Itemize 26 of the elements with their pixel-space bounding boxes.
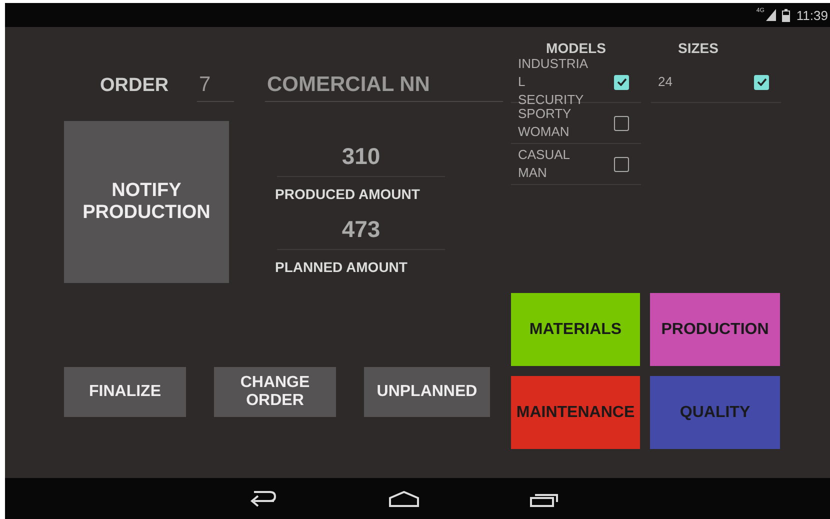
checkbox[interactable] — [614, 74, 629, 90]
battery-icon — [782, 8, 790, 22]
module-button[interactable]: MATERIALS — [511, 293, 640, 366]
checkbox[interactable] — [754, 74, 769, 90]
clock-time: 11:39 — [796, 8, 828, 22]
module-button[interactable]: PRODUCTION — [650, 293, 780, 366]
checkbox[interactable] — [614, 116, 629, 130]
amount-field[interactable]: 473 — [277, 202, 445, 250]
signal-icon — [766, 9, 776, 21]
order-number-field[interactable]: 7 — [197, 73, 234, 102]
notify-production-button[interactable]: NOTIFY PRODUCTION — [64, 121, 229, 283]
customer-field[interactable]: COMERCIAL NN — [265, 73, 503, 102]
action-button[interactable]: FINALIZE — [64, 367, 186, 417]
home-icon[interactable] — [388, 490, 420, 506]
list-item-label: CASUAL MAN — [518, 146, 571, 182]
back-icon[interactable] — [248, 490, 278, 508]
column-header: SIZES — [677, 40, 720, 58]
action-button[interactable]: UNPLANNED — [364, 367, 490, 417]
amount-label: PLANNED AMOUNT — [275, 258, 408, 275]
column-header: MODELS — [545, 40, 607, 58]
amount-label: PRODUCED AMOUNT — [275, 185, 421, 202]
checkbox[interactable] — [614, 156, 629, 172]
list-item-label: 24 — [658, 73, 674, 91]
module-button[interactable]: MAINTENANCE — [511, 376, 640, 449]
amount-field[interactable]: 310 — [277, 121, 445, 177]
action-button[interactable]: CHANGE ORDER — [214, 367, 336, 417]
